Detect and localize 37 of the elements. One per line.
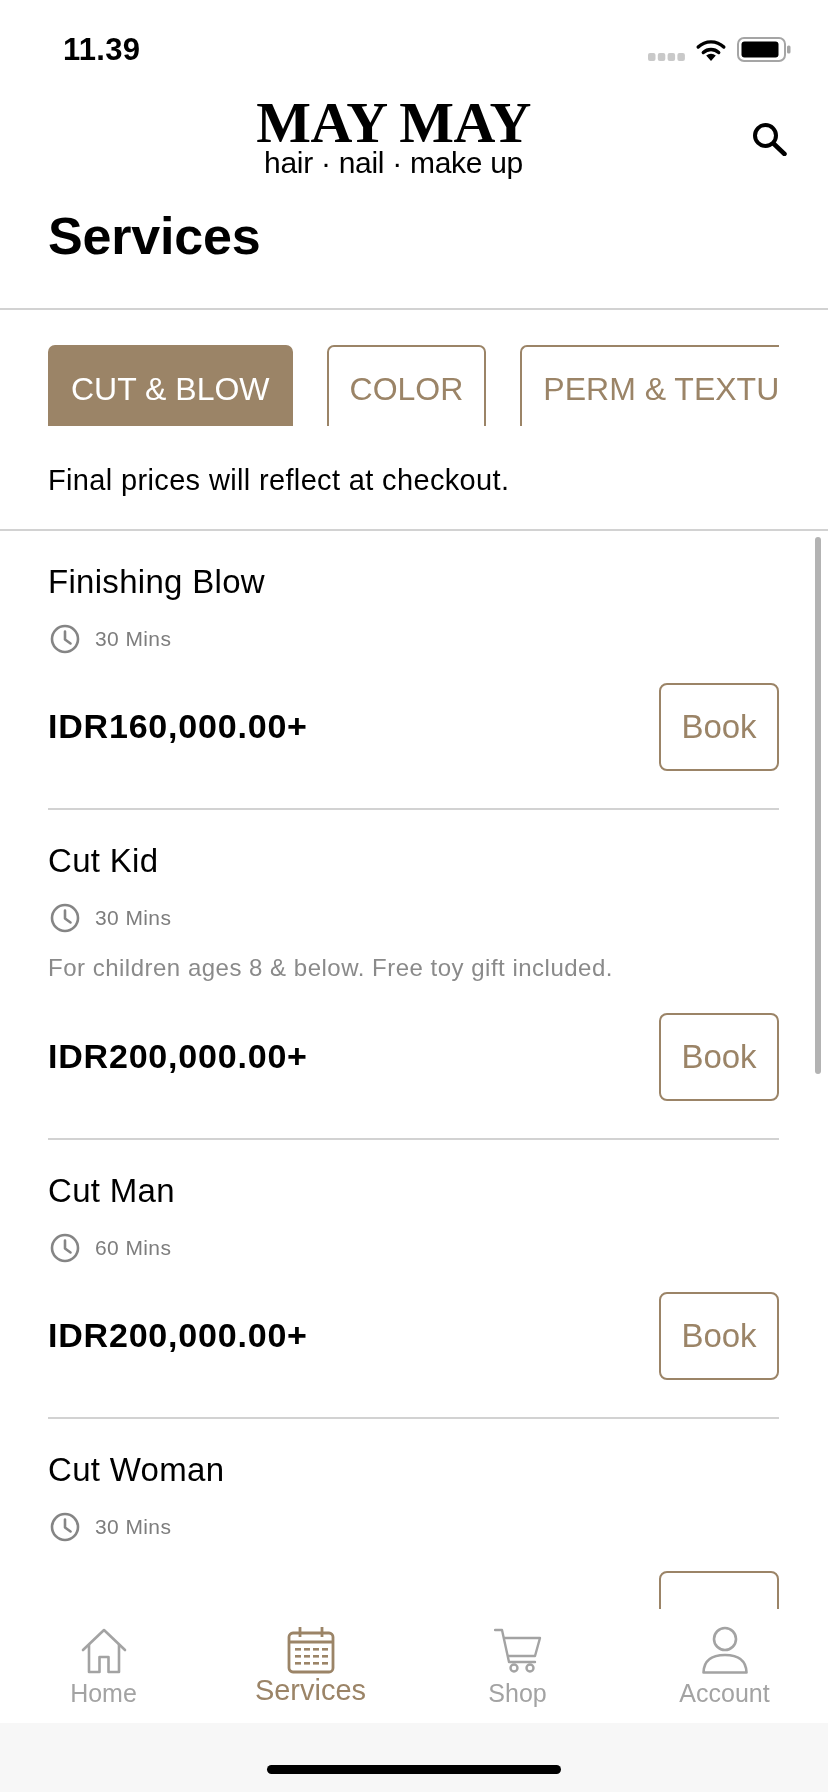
page-title: Services	[48, 205, 262, 266]
service-name: Cut Man	[48, 1170, 176, 1211]
service-duration: 30 Mins	[95, 905, 172, 932]
service-price: IDR200,000.00+	[48, 1036, 308, 1078]
calendar-icon	[286, 1626, 335, 1674]
person-icon	[700, 1626, 749, 1674]
service-name: Finishing Blow	[48, 561, 266, 602]
clock-icon	[50, 1511, 80, 1542]
clock-icon	[50, 902, 80, 933]
category-tab[interactable]: COLOR	[326, 344, 487, 426]
search-icon[interactable]	[752, 121, 787, 156]
clock-icon	[50, 1232, 80, 1263]
service-description: For children ages 8 & below. Free toy gift included.	[48, 952, 614, 983]
home-icon	[79, 1626, 128, 1674]
wifi-icon	[695, 37, 727, 61]
tab-bar-item[interactable]: Account	[621, 1609, 828, 1723]
service-duration: 30 Mins	[95, 1514, 172, 1541]
battery-icon	[737, 36, 791, 62]
clock-icon	[50, 623, 80, 654]
signal-icon	[648, 53, 685, 61]
tab-bar-item[interactable]: Services	[207, 1609, 414, 1723]
book-button[interactable]: Book	[659, 1291, 779, 1380]
category-tab[interactable]: PERM & TEXTU	[520, 344, 779, 426]
service-duration: 30 Mins	[95, 626, 172, 653]
status-time: 11.39	[63, 34, 141, 66]
tab-bar-item[interactable]: Home	[0, 1609, 207, 1723]
book-button[interactable]: Book	[659, 682, 779, 771]
cart-icon	[493, 1626, 542, 1674]
service-price: IDR160,000.00+	[48, 706, 308, 748]
category-tab[interactable]: CUT & BLOW	[48, 344, 293, 426]
service-name: Cut Kid	[48, 840, 160, 881]
service-price: IDR200,000.00+	[48, 1315, 308, 1357]
tab-bar-item[interactable]: Shop	[414, 1609, 621, 1723]
book-button[interactable]: Book	[659, 1012, 779, 1101]
service-name: Cut Woman	[48, 1449, 226, 1490]
service-duration: 60 Mins	[95, 1235, 172, 1262]
pricing-note: Final prices will reflect at checkout.	[48, 462, 511, 497]
